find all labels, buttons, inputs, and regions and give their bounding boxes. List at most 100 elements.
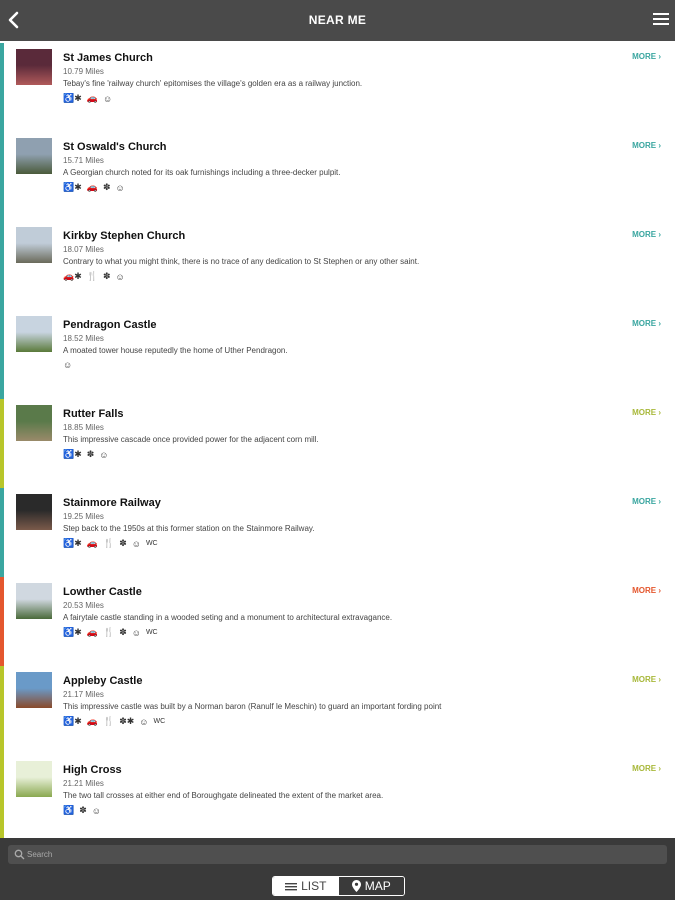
more-link[interactable]: MORE › xyxy=(632,497,661,506)
facility-icons: ♿✱ 🚗 ✽ ☺ xyxy=(63,182,125,193)
item-title[interactable]: Kirkby Stephen Church xyxy=(63,230,185,242)
facility-icons: ♿✱ ✽ ☺ xyxy=(63,449,109,460)
item-description: This impressive cascade once provided po… xyxy=(63,435,319,444)
item-description: A Georgian church noted for its oak furn… xyxy=(63,168,341,177)
thumbnail-image[interactable] xyxy=(16,494,52,530)
thumbnail-image[interactable] xyxy=(16,583,52,619)
facility-icon: ♿✱ xyxy=(63,538,82,548)
thumbnail-image[interactable] xyxy=(16,672,52,708)
search-input[interactable] xyxy=(27,845,647,864)
item-description: A moated tower house reputedly the home … xyxy=(63,346,288,355)
facility-icon: ✽ xyxy=(86,449,95,459)
facility-icon: ☺ xyxy=(115,182,125,193)
item-title[interactable]: High Cross xyxy=(63,764,122,776)
item-description: A fairytale castle standing in a wooded … xyxy=(63,613,393,622)
facility-icon: WC xyxy=(153,718,166,725)
facility-icons: ♿✱ 🚗 🍴 ✽ ☺ WC xyxy=(63,627,158,638)
item-distance: 18.07 Miles xyxy=(63,245,104,254)
facility-icon: ☺ xyxy=(102,93,113,104)
more-link[interactable]: MORE › xyxy=(632,52,661,61)
facility-icon: ✽ xyxy=(119,627,127,637)
facility-icon: 🍴 xyxy=(102,716,115,726)
poi-list[interactable]: St James Church 10.79 Miles Tebay's fine '… xyxy=(0,41,675,838)
more-link[interactable]: MORE › xyxy=(632,408,661,417)
list-item[interactable]: Pendragon Castle 18.52 Miles A moated towe… xyxy=(0,310,675,400)
facility-icon: ✽ xyxy=(119,538,127,548)
more-link[interactable]: MORE › xyxy=(632,141,661,150)
list-item[interactable]: St James Church 10.79 Miles Tebay's fine '… xyxy=(0,43,675,133)
hamburger-icon[interactable] xyxy=(653,13,669,27)
item-title[interactable]: St James Church xyxy=(63,52,153,64)
more-link[interactable]: MORE › xyxy=(632,230,661,239)
list-item[interactable]: Lowther Castle 20.53 Miles A fairytale cas… xyxy=(0,577,675,667)
facility-icon: ♿✱ xyxy=(63,627,82,637)
facility-icon: 🚗 xyxy=(86,93,98,103)
category-color-bar xyxy=(0,666,4,756)
thumbnail-image[interactable] xyxy=(16,761,52,797)
facility-icons: ☺ xyxy=(63,360,72,370)
item-title[interactable]: St Oswald's Church xyxy=(63,141,166,153)
list-icon xyxy=(285,882,298,890)
category-color-bar xyxy=(0,755,4,838)
top-bar: NEAR ME xyxy=(0,0,675,41)
category-color-bar xyxy=(0,310,4,400)
facility-icons: ♿ ✽ ☺ xyxy=(63,805,101,816)
facility-icon: ☺ xyxy=(139,716,149,727)
list-view-button[interactable]: LIST xyxy=(273,877,339,895)
item-description: The two tall crosses at either end of Bo… xyxy=(63,791,384,800)
item-title[interactable]: Stainmore Railway xyxy=(63,497,161,509)
search-icon xyxy=(14,849,25,860)
more-link[interactable]: MORE › xyxy=(632,764,661,773)
item-description: This impressive castle was built by a No… xyxy=(63,702,442,711)
item-title[interactable]: Lowther Castle xyxy=(63,586,142,598)
category-color-bar xyxy=(0,43,4,133)
facility-icon: ☺ xyxy=(99,449,109,460)
list-item[interactable]: High Cross 21.21 Miles The two tall crosse… xyxy=(0,755,675,838)
item-description: Tebay's fine 'railway church' epitomises… xyxy=(63,79,363,88)
more-link[interactable]: MORE › xyxy=(632,586,661,595)
thumbnail-image[interactable] xyxy=(16,49,52,85)
search-box[interactable] xyxy=(8,845,667,864)
facility-icon: WC xyxy=(145,540,158,547)
bottom-bar: LIST MAP xyxy=(0,838,675,900)
list-item[interactable]: Stainmore Railway 19.25 Miles Step back to… xyxy=(0,488,675,578)
thumbnail-image[interactable] xyxy=(16,138,52,174)
map-view-button[interactable]: MAP xyxy=(338,877,404,895)
list-item[interactable]: Kirkby Stephen Church 18.07 Miles Contrary… xyxy=(0,221,675,311)
facility-icon: ♿✱ xyxy=(63,449,82,459)
facility-icon: 🚗 xyxy=(86,716,98,726)
thumbnail-image[interactable] xyxy=(16,316,52,352)
list-view-label: LIST xyxy=(301,879,327,893)
list-item[interactable]: St Oswald's Church 15.71 Miles A Georgian … xyxy=(0,132,675,222)
thumbnail-image[interactable] xyxy=(16,227,52,263)
facility-icons: ♿✱ 🚗 🍴 ✽ ☺ WC xyxy=(63,538,158,549)
facility-icons: 🚗✱ 🍴 ✽ ☺ xyxy=(63,271,125,282)
thumbnail-image[interactable] xyxy=(16,405,52,441)
map-view-label: MAP xyxy=(364,879,391,893)
item-distance: 19.25 Miles xyxy=(63,512,104,521)
list-item[interactable]: Rutter Falls 18.85 Miles This impressive c… xyxy=(0,399,675,489)
item-distance: 18.52 Miles xyxy=(63,334,104,343)
facility-icons: ♿✱ 🚗 ☺ xyxy=(63,93,112,104)
item-distance: 10.79 Miles xyxy=(63,67,104,76)
category-color-bar xyxy=(0,221,4,311)
facility-icon: ☺ xyxy=(131,627,141,638)
facility-icon: 🍴 xyxy=(102,627,115,637)
category-color-bar xyxy=(0,399,4,489)
item-title[interactable]: Rutter Falls xyxy=(63,408,124,420)
more-link[interactable]: MORE › xyxy=(632,319,661,328)
item-title[interactable]: Pendragon Castle xyxy=(63,319,157,331)
category-color-bar xyxy=(0,132,4,222)
facility-icon: 🍴 xyxy=(86,271,98,281)
item-title[interactable]: Appleby Castle xyxy=(63,675,142,687)
page-title: NEAR ME xyxy=(308,13,367,27)
facility-icon: ♿✱ xyxy=(63,93,82,103)
item-distance: 21.17 Miles xyxy=(63,690,104,699)
facility-icon: ☺ xyxy=(63,360,73,370)
facility-icons: ♿✱ 🚗 🍴 ✽✱ ☺ WC xyxy=(63,716,165,727)
item-description: Contrary to what you might think, there … xyxy=(63,257,420,266)
list-item[interactable]: Appleby Castle 21.17 Miles This impressive… xyxy=(0,666,675,756)
more-link[interactable]: MORE › xyxy=(632,675,661,684)
view-toggle: LIST MAP xyxy=(272,876,405,896)
item-distance: 18.85 Miles xyxy=(63,423,104,432)
